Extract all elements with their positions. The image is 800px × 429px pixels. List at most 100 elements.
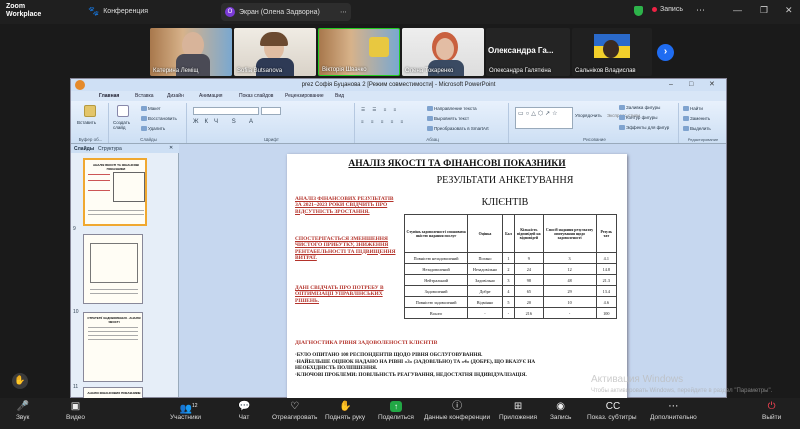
share-button[interactable]: ↑ Поделиться bbox=[378, 401, 414, 421]
tab-design[interactable]: Дизайн bbox=[167, 93, 184, 99]
captions-icon: CC bbox=[605, 401, 621, 412]
bottom-line: ·НАЙБІЛЬШЕ ОЦІНОК НАДАНО НА РІВНІ «3» (З… bbox=[295, 359, 536, 372]
raise-hand-icon[interactable]: ✋ bbox=[12, 373, 28, 389]
participant-tile[interactable]: Олександра Га... Олександра Галяткiна bbox=[486, 28, 570, 76]
tab-insert[interactable]: Вставка bbox=[135, 93, 154, 99]
close-icon[interactable]: ✕ bbox=[709, 79, 715, 91]
table-row: Всього - -216-100 bbox=[403, 307, 618, 319]
minimize-icon[interactable]: – bbox=[669, 79, 673, 91]
conference-data-button[interactable]: ⓘ Данные конференции bbox=[424, 401, 490, 421]
align-buttons[interactable]: ≡ ≡ ≡ ≡ ≡ bbox=[361, 119, 406, 124]
slide-thumbnail[interactable]: АНАЛІЗ ЯКОСТІ ТА ФІНАНСОВІ ПОКАЗНИКИ bbox=[83, 158, 147, 226]
tab-animation[interactable]: Анимация bbox=[199, 93, 222, 99]
text-direction-button[interactable]: Направление текста bbox=[427, 106, 477, 112]
close-icon[interactable]: ✕ bbox=[785, 5, 793, 16]
more-options-icon[interactable]: ⋯ bbox=[696, 5, 705, 16]
restore-icon[interactable]: ❐ bbox=[760, 5, 768, 16]
tab-slideshow[interactable]: Показ слайдов bbox=[239, 93, 273, 99]
info-icon: ⓘ bbox=[452, 401, 463, 412]
slide-thumbnail[interactable] bbox=[83, 234, 143, 304]
select-icon bbox=[683, 126, 689, 132]
participant-tile[interactable]: Sofiia Butsanova bbox=[234, 28, 316, 76]
raise-hand-button[interactable]: ✋ Поднять руку bbox=[325, 401, 365, 421]
paw-icon: 🐾 bbox=[88, 6, 100, 16]
paste-button[interactable]: Вставить bbox=[77, 120, 96, 125]
align-text-button[interactable]: Выровнять текст bbox=[427, 116, 469, 122]
participant-tile[interactable]: Катерина Лемiщ bbox=[150, 28, 232, 76]
leave-icon: ⏻ bbox=[767, 401, 776, 412]
screen-share-tab[interactable]: О Экран (Олена Задворна) ⋯ bbox=[221, 3, 351, 21]
leave-button[interactable]: ⏻ Выйти bbox=[762, 401, 781, 421]
delete-icon bbox=[141, 126, 147, 132]
react-button[interactable]: ♡ Отреагировать bbox=[272, 401, 317, 421]
font-name-field[interactable] bbox=[193, 107, 259, 115]
bottom-line: ·БУЛО ОПИТАНО 108 РЕСПОНДЕНТІВ ЩОДО РІВН… bbox=[295, 352, 483, 358]
side-note: АНАЛІЗ ФІНАНСОВИХ РЕЗУЛЬТАТІВ ЗА 2021–20… bbox=[295, 196, 394, 215]
tab-review[interactable]: Рецензирование bbox=[285, 93, 324, 99]
close-pane-icon[interactable]: ✕ bbox=[169, 145, 173, 151]
apps-icon: ⊞ bbox=[513, 401, 523, 412]
shape-fill-button[interactable]: Заливка фигуры bbox=[619, 105, 660, 111]
align-text-icon bbox=[427, 116, 433, 122]
font-size-field[interactable] bbox=[261, 107, 281, 115]
table-row: Нейтральний Задовільно 3 98 48 21.3 bbox=[403, 274, 618, 286]
office-button-icon[interactable] bbox=[75, 80, 85, 90]
apps-button[interactable]: ⊞ Приложения bbox=[499, 401, 537, 421]
paste-icon bbox=[84, 105, 96, 117]
audio-button[interactable]: 🎤 Звук bbox=[16, 401, 29, 421]
recording-indicator[interactable]: Запись bbox=[652, 6, 683, 13]
list-buttons[interactable]: ☰ ☰ ≡ ≡ bbox=[361, 107, 399, 113]
layout-button[interactable]: Макет bbox=[141, 106, 161, 112]
hand-icon: ✋ bbox=[339, 401, 352, 412]
captions-button[interactable]: CC Показ. субтитры bbox=[587, 401, 637, 421]
participant-tile[interactable]: Вiкторiя Швачко bbox=[318, 28, 400, 76]
zoom-top-bar: Zoom Workplace 🐾 Конференция О Экран (Ол… bbox=[0, 0, 800, 24]
chevron-right-icon[interactable]: › bbox=[657, 44, 674, 61]
zoom-logo: Zoom Workplace bbox=[6, 3, 42, 18]
slide-editor-area: АНАЛІЗ ЯКОСТІ ТА ФІНАНСОВІ ПОКАЗНИКИ РЕЗ… bbox=[179, 144, 726, 399]
smartart-button[interactable]: Преобразовать в SmartArt bbox=[427, 126, 489, 132]
shape-outline-button[interactable]: Контур фигуры bbox=[619, 115, 657, 121]
delete-button[interactable]: Удалить bbox=[141, 126, 165, 132]
more-button[interactable]: ⋯ Дополнительно bbox=[650, 401, 697, 421]
new-slide-button[interactable]: Создать слайд bbox=[113, 120, 137, 130]
participant-tile[interactable]: Олена Токаренко bbox=[402, 28, 484, 76]
video-button[interactable]: ▣ Видео bbox=[66, 401, 85, 421]
tab-view[interactable]: Вид bbox=[335, 93, 344, 99]
conference-menu[interactable]: 🐾 Конференция bbox=[88, 6, 148, 17]
windows-activation-watermark: Активация Windows bbox=[591, 374, 684, 385]
participant-tile[interactable]: Сальнiков Владислав bbox=[572, 28, 652, 76]
participants-button[interactable]: 👥12 Участники bbox=[170, 401, 201, 421]
shape-effects-button[interactable]: Эффекты для фигур bbox=[619, 125, 669, 131]
side-note: СПОСТЕРІГАЄТЬСЯ ЗМЕНШЕННЯ ЧИСТОГО ПРИБУТ… bbox=[295, 236, 396, 261]
arrange-button[interactable]: Упорядочить bbox=[575, 113, 602, 118]
restore-icon[interactable]: □ bbox=[689, 79, 693, 91]
replace-button[interactable]: Заменить bbox=[683, 116, 710, 122]
current-slide[interactable]: АНАЛІЗ ЯКОСТІ ТА ФІНАНСОВІ ПОКАЗНИКИ РЕЗ… bbox=[287, 154, 627, 399]
tab-outline[interactable]: Структура bbox=[98, 146, 122, 152]
shield-icon[interactable] bbox=[634, 6, 643, 16]
slide-thumbnail[interactable]: СТРАТЕГІЇ ЗАДОВОЛЕННЯ - АНАЛІЗ ЯКОСТІ bbox=[83, 312, 143, 382]
record-button[interactable]: ◉ Запись bbox=[550, 401, 571, 421]
tab-slides[interactable]: Слайды bbox=[74, 146, 94, 152]
meeting-toolbar: 🎤 Звук ▣ Видео 👥12 Участники 💬 Чат ♡ Отреагир… bbox=[0, 398, 800, 429]
share-icon: ↑ bbox=[389, 401, 402, 412]
slide-subtitle: РЕЗУЛЬТАТИ АНКЕТУВАННЯ bbox=[436, 175, 574, 186]
font-group: ЖКЧ S A Шрифт bbox=[189, 103, 355, 143]
slide-title: АНАЛІЗ ЯКОСТІ ТА ФІНАНСОВІ ПОКАЗНИКИ bbox=[348, 159, 566, 169]
shapes-gallery[interactable]: ▭○△⬡↗☆ bbox=[515, 107, 573, 129]
side-note: ДАНІ СВІДЧАТЬ ПРО ПОТРЕБУ В ОПТИМІЗАЦІЇ … bbox=[295, 285, 384, 304]
reset-button[interactable]: Восстановить bbox=[141, 116, 177, 122]
tab-home[interactable]: Главная bbox=[99, 93, 119, 99]
participants-icon: 👥12 bbox=[179, 403, 198, 415]
more-icon[interactable]: ⋯ bbox=[340, 8, 347, 16]
participant-gallery: Катерина Лемiщ Sofiia Butsanova Вiкторiя… bbox=[0, 24, 800, 78]
font-format-buttons[interactable]: ЖКЧ S A bbox=[193, 119, 343, 127]
chat-button[interactable]: 💬 Чат bbox=[238, 401, 250, 421]
find-button[interactable]: Найти bbox=[683, 106, 703, 112]
text-direction-icon bbox=[427, 106, 433, 112]
minimize-icon[interactable]: — bbox=[733, 5, 742, 15]
ribbon-tabs: Главная Вставка Дизайн Анимация Показ сл… bbox=[71, 91, 726, 101]
table-header-row: Ступінь задоволеності споживача якістю н… bbox=[403, 214, 618, 253]
select-button[interactable]: Выделить bbox=[683, 126, 711, 132]
